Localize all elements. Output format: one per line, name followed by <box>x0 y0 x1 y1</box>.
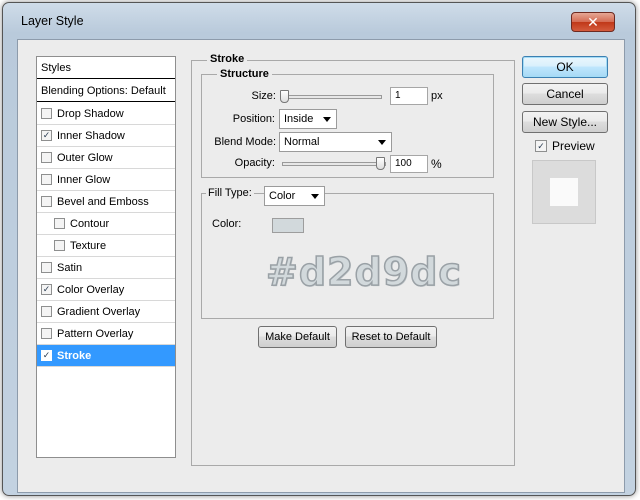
style-item-label: Stroke <box>57 349 92 362</box>
style-item-color-overlay[interactable]: ✓ Color Overlay <box>37 279 175 301</box>
blend-mode-dropdown[interactable]: Normal <box>279 132 392 152</box>
stroke-color-swatch[interactable] <box>272 218 304 233</box>
style-item-label: Outer Glow <box>57 151 113 164</box>
opacity-label: Opacity: <box>234 157 275 169</box>
style-item-gradient-overlay[interactable]: Gradient Overlay <box>37 301 175 323</box>
blending-options-item[interactable]: Blending Options: Default <box>37 80 175 102</box>
style-item-texture[interactable]: Texture <box>37 235 175 257</box>
size-slider-thumb[interactable] <box>280 90 289 103</box>
position-label: Position: <box>232 113 275 125</box>
style-item-stroke[interactable]: ✓ Stroke <box>37 345 175 367</box>
position-value: Inside <box>284 113 314 125</box>
chevron-down-icon <box>311 194 319 199</box>
style-item-outer-glow[interactable]: Outer Glow <box>37 147 175 169</box>
dialog-body: Styles Blending Options: Default Drop Sh… <box>17 39 625 493</box>
stroke-group-title: Stroke <box>207 53 248 65</box>
style-item-label: Texture <box>70 239 107 252</box>
checkbox-icon[interactable] <box>41 174 52 185</box>
opacity-slider-thumb[interactable] <box>376 157 385 170</box>
styles-panel: Styles Blending Options: Default Drop Sh… <box>36 56 176 458</box>
style-item-inner-glow[interactable]: Inner Glow <box>37 169 175 191</box>
opacity-slider[interactable] <box>282 162 386 166</box>
layer-style-window: Layer Style ✕ Styles Blending Options: D… <box>2 2 636 496</box>
style-item-label: Gradient Overlay <box>57 305 141 318</box>
fill-type-label: Fill Type: <box>206 187 254 199</box>
color-hex-text: #d2d9dc <box>265 249 462 295</box>
checkbox-icon[interactable] <box>41 108 52 119</box>
fill-type-value: Color <box>269 190 296 202</box>
size-input[interactable]: 1 <box>390 87 428 105</box>
chevron-down-icon <box>323 117 331 122</box>
style-item-satin[interactable]: Satin <box>37 257 175 279</box>
checkbox-icon[interactable] <box>41 196 52 207</box>
preview-thumbnail <box>532 160 596 224</box>
style-item-inner-shadow[interactable]: ✓ Inner Shadow <box>37 125 175 147</box>
size-label: Size: <box>251 90 276 102</box>
checkbox-icon[interactable] <box>41 152 52 163</box>
blend-mode-value: Normal <box>284 136 320 148</box>
chevron-down-icon <box>378 140 386 145</box>
style-item-label: Color Overlay <box>57 283 125 296</box>
checkbox-icon[interactable] <box>54 240 65 251</box>
close-button[interactable]: ✕ <box>571 12 615 32</box>
style-item-label: Drop Shadow <box>57 107 124 120</box>
fill-type-dropdown[interactable]: Color <box>264 186 325 206</box>
position-dropdown[interactable]: Inside <box>279 109 337 129</box>
style-item-label: Inner Shadow <box>57 129 125 142</box>
new-style-button[interactable]: New Style... <box>522 111 608 133</box>
preview-label: Preview <box>552 139 595 153</box>
checkbox-icon[interactable] <box>41 328 52 339</box>
reset-to-default-button[interactable]: Reset to Default <box>345 326 437 348</box>
styles-header[interactable]: Styles <box>37 57 175 79</box>
preview-swatch <box>550 178 578 206</box>
checkbox-icon: ✓ <box>535 140 547 152</box>
style-item-label: Pattern Overlay <box>57 327 134 340</box>
ok-button[interactable]: OK <box>522 56 608 78</box>
style-item-drop-shadow[interactable]: Drop Shadow <box>37 103 175 125</box>
checkbox-icon[interactable] <box>54 218 65 229</box>
style-item-label: Contour <box>70 217 110 230</box>
blend-mode-label: Blend Mode: <box>214 136 276 148</box>
close-icon: ✕ <box>587 13 599 30</box>
checkbox-checked-icon[interactable]: ✓ <box>41 130 52 141</box>
size-slider[interactable] <box>282 95 382 99</box>
window-title: Layer Style <box>21 14 84 28</box>
style-item-label: Bevel and Emboss <box>57 195 149 208</box>
checkbox-checked-icon[interactable]: ✓ <box>41 350 52 361</box>
cancel-button[interactable]: Cancel <box>522 83 608 105</box>
color-label: Color: <box>212 218 242 230</box>
checkbox-checked-icon[interactable]: ✓ <box>41 284 52 295</box>
checkbox-icon[interactable] <box>41 306 52 317</box>
opacity-input[interactable]: 100 <box>390 155 428 173</box>
checkbox-icon[interactable] <box>41 262 52 273</box>
size-unit: px <box>431 90 443 102</box>
style-item-contour[interactable]: Contour <box>37 213 175 235</box>
style-item-label: Inner Glow <box>57 173 111 186</box>
style-item-bevel-and-emboss[interactable]: Bevel and Emboss <box>37 191 175 213</box>
opacity-unit: % <box>431 157 442 171</box>
style-item-pattern-overlay[interactable]: Pattern Overlay <box>37 323 175 345</box>
style-item-label: Satin <box>57 261 83 274</box>
make-default-button[interactable]: Make Default <box>258 326 337 348</box>
preview-checkbox[interactable]: ✓ Preview <box>535 139 595 153</box>
structure-group-title: Structure <box>217 68 272 80</box>
